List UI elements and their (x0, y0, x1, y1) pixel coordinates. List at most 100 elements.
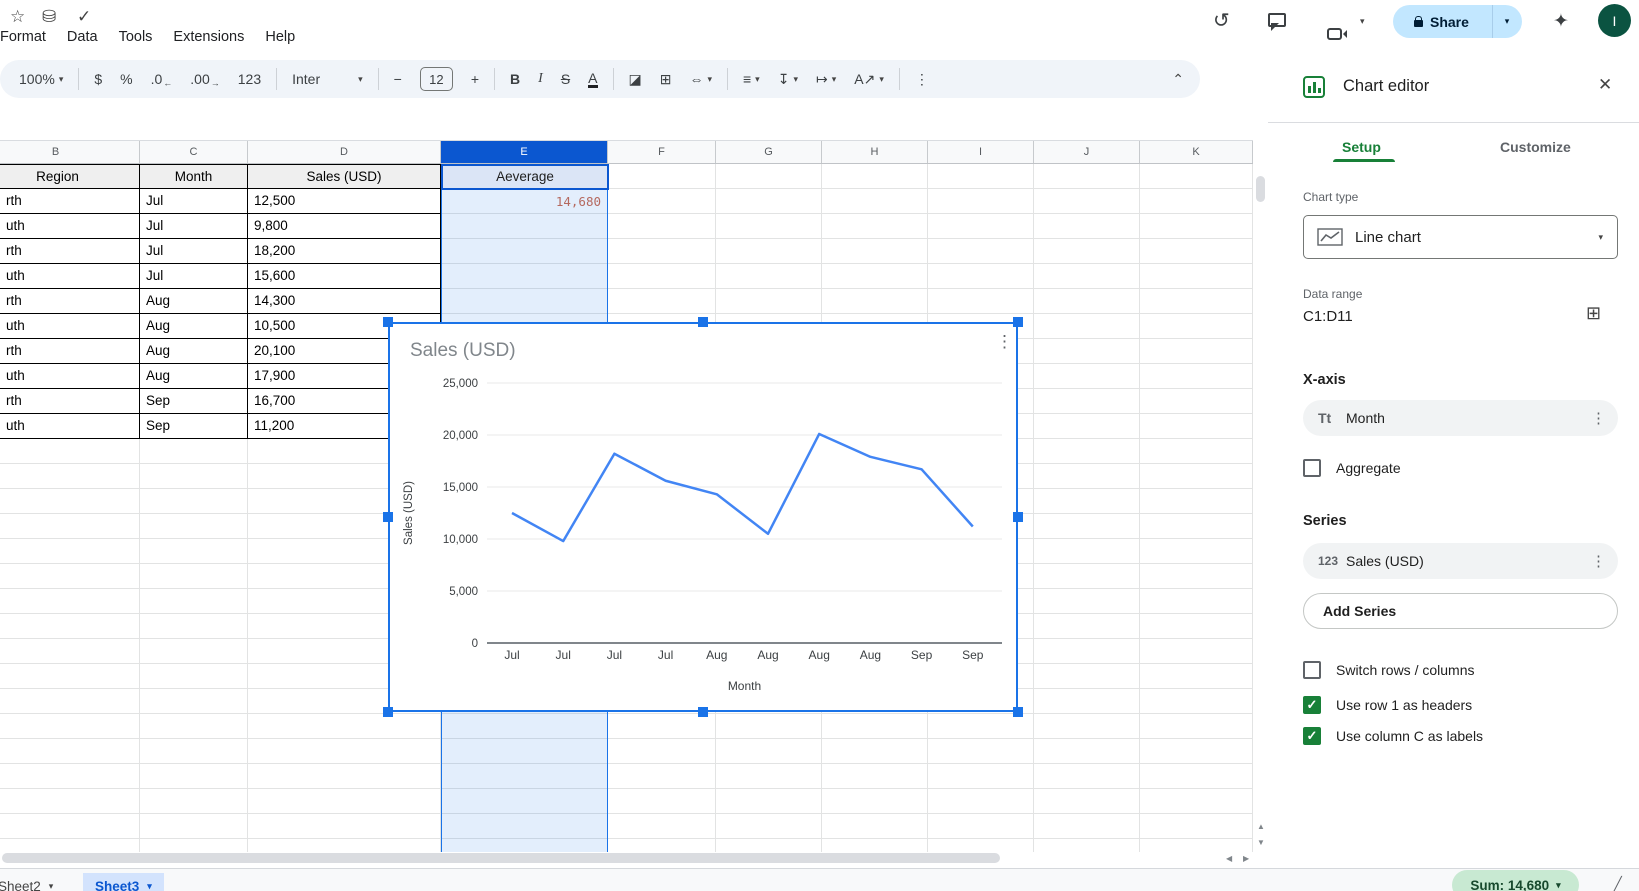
menu-extensions[interactable]: Extensions (173, 29, 244, 45)
chart-menu-kebab-icon[interactable]: ⋮ (996, 332, 1013, 352)
select-range-grid-icon[interactable]: ⊞ (1586, 303, 1601, 324)
option-row[interactable]: ✓Use row 1 as headers (1303, 695, 1472, 715)
cell-B9[interactable]: uth (0, 364, 140, 389)
column-header-I[interactable]: I (928, 141, 1034, 163)
chart-resize-handle[interactable] (1013, 512, 1023, 522)
menu-tools[interactable]: Tools (119, 29, 153, 45)
cell-C9[interactable]: Aug (140, 364, 248, 389)
share-button-main[interactable]: Share (1393, 14, 1492, 30)
sheet-tab-sheet3[interactable]: Sheet3▾ (83, 873, 164, 891)
cell-B5[interactable]: uth (0, 264, 140, 289)
video-call-caret-icon[interactable]: ▾ (1360, 16, 1365, 27)
cell-B10[interactable]: rth (0, 389, 140, 414)
chart-resize-handle[interactable] (698, 317, 708, 327)
format-currency-button[interactable]: $ (85, 71, 111, 87)
horizontal-scrollbar[interactable] (2, 853, 1000, 863)
chart-resize-handle[interactable] (383, 512, 393, 522)
tab-setup[interactable]: Setup (1342, 139, 1381, 155)
x-axis-kebab-icon[interactable]: ⋮ (1591, 409, 1606, 427)
video-call-icon[interactable] (1327, 28, 1342, 40)
cell-D2[interactable]: 12,500 (248, 189, 441, 214)
series-kebab-icon[interactable]: ⋮ (1591, 552, 1606, 570)
move-folder-icon[interactable]: ⛁ (42, 7, 56, 27)
menu-format[interactable]: Format (0, 29, 46, 45)
chart-type-dropdown[interactable]: Line chart ▾ (1303, 215, 1618, 259)
text-wrapping-button[interactable]: ↦▾ (807, 71, 845, 88)
horizontal-align-button[interactable]: ≡▾ (734, 71, 769, 87)
share-options-caret[interactable]: ▾ (1492, 5, 1521, 38)
italic-button[interactable]: I (529, 71, 552, 87)
comment-icon[interactable] (1268, 13, 1286, 27)
text-rotation-button[interactable]: A↗▾ (845, 71, 893, 88)
column-header-K[interactable]: K (1140, 141, 1253, 163)
font-select[interactable]: Inter▾ (283, 71, 372, 87)
cell-B11[interactable]: uth (0, 414, 140, 439)
gemini-sparkle-icon[interactable]: ✦ (1553, 10, 1569, 33)
cell-C7[interactable]: Aug (140, 314, 248, 339)
merge-cells-button[interactable]: ⇔▾ (680, 71, 721, 87)
cell-B3[interactable]: uth (0, 214, 140, 239)
increase-font-size-button[interactable]: + (462, 71, 488, 87)
version-history-icon[interactable]: ↺ (1213, 8, 1230, 33)
column-header-J[interactable]: J (1034, 141, 1140, 163)
tab-customize[interactable]: Customize (1500, 139, 1571, 155)
data-range-value[interactable]: C1:D11 (1303, 308, 1353, 325)
cell-B4[interactable]: rth (0, 239, 140, 264)
decrease-decimals-button[interactable]: .0← (142, 71, 182, 88)
cell-B2[interactable]: rth (0, 189, 140, 214)
embedded-chart[interactable]: Sales (USD) ⋮ 05,00010,00015,00020,00025… (388, 322, 1018, 712)
chart-resize-handle[interactable] (383, 317, 393, 327)
scroll-right-icon[interactable]: ▶ (1243, 854, 1249, 863)
selected-cell-E1[interactable]: Aeverage (441, 164, 609, 190)
sum-badge[interactable]: Sum: 14,680 ▾ (1452, 870, 1579, 891)
more-toolbar-button[interactable]: ⋮ (906, 71, 938, 88)
strikethrough-button[interactable]: S (552, 71, 579, 87)
more-formats[interactable]: 123 (229, 71, 270, 87)
vertical-align-button[interactable]: ↧▾ (769, 71, 807, 88)
column-K[interactable] (1140, 164, 1253, 852)
fill-color-button[interactable]: ◪ (620, 71, 651, 88)
bold-button[interactable]: B (501, 71, 529, 87)
cell-C8[interactable]: Aug (140, 339, 248, 364)
cell-D6[interactable]: 14,300 (248, 289, 441, 314)
column-header-B[interactable]: B (0, 141, 140, 163)
chart-resize-handle[interactable] (1013, 317, 1023, 327)
chart-resize-handle[interactable] (698, 707, 708, 717)
option-row[interactable]: ✓Use column C as labels (1303, 726, 1483, 746)
scroll-down-icon[interactable]: ▼ (1257, 838, 1265, 847)
font-size-input-button[interactable]: 12 (411, 67, 462, 91)
cell-C1[interactable]: Month (140, 164, 248, 189)
sheet-tab-sheet2[interactable]: Sheet2▾ (0, 873, 65, 891)
chart-resize-handle[interactable] (1013, 707, 1023, 717)
chart-resize-handle[interactable] (383, 707, 393, 717)
menu-help[interactable]: Help (265, 29, 295, 45)
add-series-button[interactable]: Add Series (1303, 593, 1618, 629)
column-header-D[interactable]: D (248, 141, 441, 163)
cell-D1[interactable]: Sales (USD) (248, 164, 441, 189)
star-icon[interactable]: ☆ (10, 7, 25, 27)
text-color-button[interactable]: A (579, 71, 606, 88)
format-percent-button[interactable]: % (111, 71, 141, 87)
column-header-G[interactable]: G (716, 141, 822, 163)
cell-C10[interactable]: Sep (140, 389, 248, 414)
option-row[interactable]: Switch rows / columns (1303, 660, 1474, 680)
zoom-select[interactable]: 100%▾ (10, 71, 72, 87)
cell-D5[interactable]: 15,600 (248, 264, 441, 289)
column-J[interactable] (1034, 164, 1140, 852)
series-field[interactable]: 123 Sales (USD) ⋮ (1303, 543, 1618, 579)
scroll-up-icon[interactable]: ▲ (1257, 822, 1265, 831)
column-header-E[interactable]: E (441, 141, 608, 163)
cell-C11[interactable]: Sep (140, 414, 248, 439)
menu-data[interactable]: Data (67, 29, 98, 45)
unchecked-checkbox[interactable] (1303, 661, 1321, 679)
cell-B1[interactable]: Region (0, 164, 140, 189)
cell-C5[interactable]: Jul (140, 264, 248, 289)
cell-C6[interactable]: Aug (140, 289, 248, 314)
share-button[interactable]: Share ▾ (1393, 5, 1522, 38)
cell-C2[interactable]: Jul (140, 189, 248, 214)
cell-D3[interactable]: 9,800 (248, 214, 441, 239)
cell-B6[interactable]: rth (0, 289, 140, 314)
checked-checkbox[interactable]: ✓ (1303, 727, 1321, 745)
increase-decimals[interactable]: .00→ (181, 71, 228, 88)
close-panel-icon[interactable]: ✕ (1598, 75, 1612, 95)
